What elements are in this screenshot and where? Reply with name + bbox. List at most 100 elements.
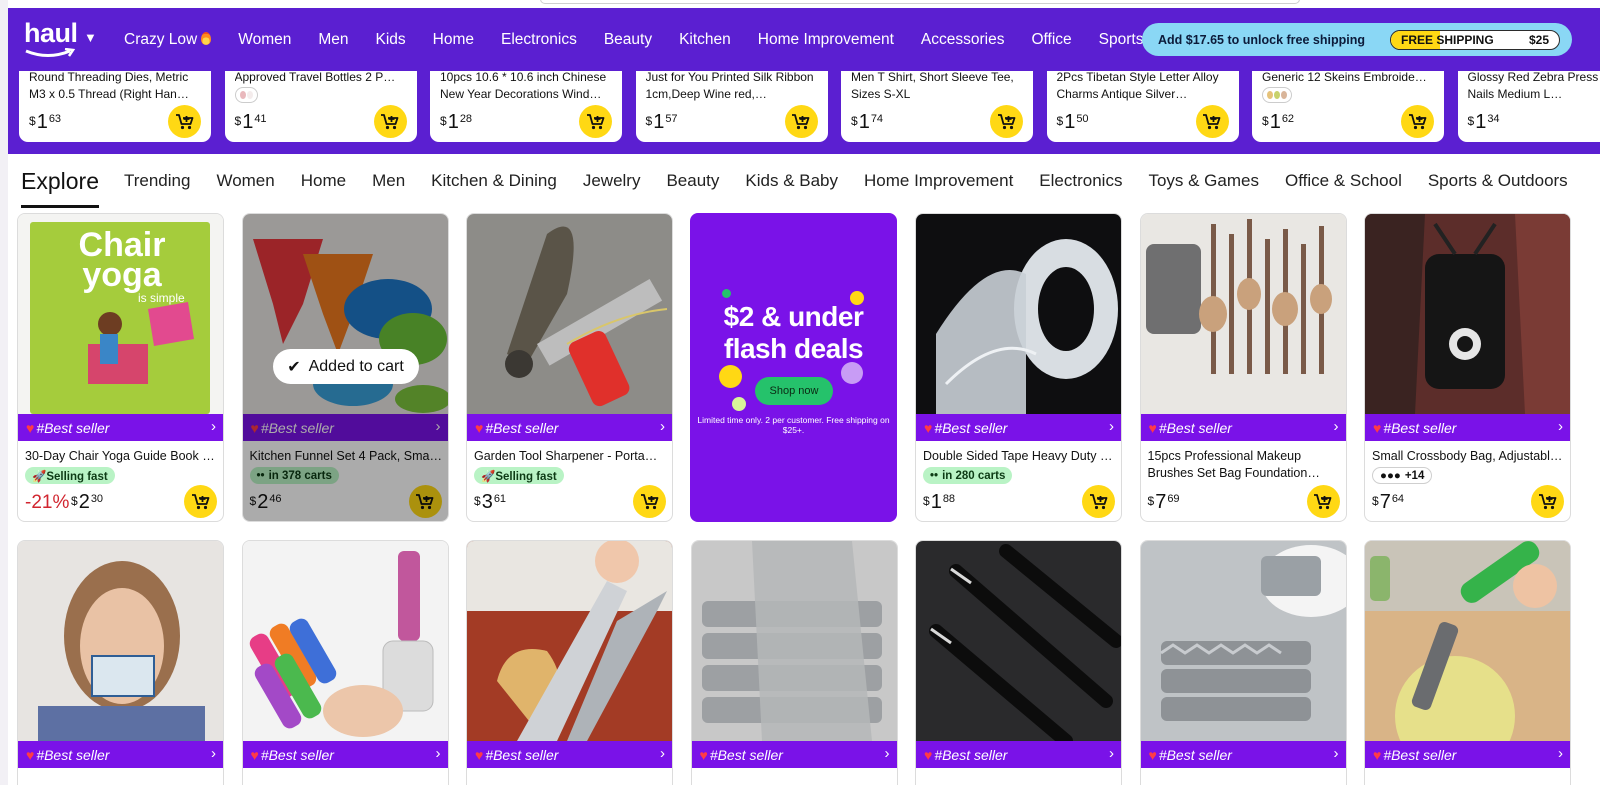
tab-kitchen-dining[interactable]: Kitchen & Dining [431, 171, 557, 191]
product-card[interactable]: Chair yoga is simple ♥ #Best seller › 30-Day C… [17, 213, 224, 522]
swatch-dot [246, 91, 253, 99]
product-card[interactable]: ♥ #Best seller › 15pcs Professional Makeup … [1139, 213, 1347, 522]
product-card[interactable]: ♥ #Best seller › Double Sided Tape Heavy Du… [915, 213, 1122, 522]
product-image[interactable] [242, 541, 448, 741]
carousel-item[interactable]: Glossy Red Zebra Press on Nails Medium L… [1457, 71, 1600, 142]
nav-item-office[interactable]: Office [1031, 31, 1071, 49]
add-to-cart-button[interactable] [784, 105, 818, 138]
best-seller-badge[interactable]: ♥ #Best seller › [1140, 741, 1346, 768]
product-image[interactable] [467, 214, 672, 414]
color-options-chip[interactable]: ●●● +14 [1372, 467, 1433, 484]
product-image[interactable] [691, 541, 897, 741]
tab-explore[interactable]: Explore [21, 168, 99, 208]
nav-item-kids[interactable]: Kids [376, 31, 406, 49]
product-image[interactable] [916, 541, 1121, 741]
product-image[interactable] [916, 214, 1121, 414]
best-seller-badge[interactable]: ♥ #Best seller › [916, 741, 1121, 768]
product-card[interactable]: ♥ #Best seller › Kitchen Funnel Set 4 Pack,… [241, 213, 449, 522]
nav-item-men[interactable]: Men [318, 31, 348, 49]
carousel-item[interactable]: Men T Shirt, Short Sleeve Tee, Sizes S-X… [841, 71, 1033, 142]
nav-item-crazy-low[interactable]: Crazy Low [124, 30, 212, 49]
product-card[interactable]: ♥ #Best seller › [241, 540, 449, 785]
product-card[interactable]: ♥ #Best seller › Garden Tool Sharpener - Po… [466, 213, 673, 522]
best-seller-label: #Best seller [1158, 419, 1232, 436]
tab-beauty[interactable]: Beauty [666, 171, 719, 191]
carousel-item[interactable]: Just for You Printed Silk Ribbon 1cm,Dee… [635, 71, 828, 142]
add-to-cart-button[interactable] [990, 105, 1023, 138]
nav-item-sports[interactable]: Sports [1099, 31, 1144, 49]
best-seller-badge[interactable]: ♥ #Best seller › [242, 741, 448, 768]
best-seller-badge[interactable]: ♥ #Best seller › [916, 414, 1121, 441]
add-to-cart-button[interactable] [633, 485, 666, 518]
carousel-item[interactable]: Approved Travel Bottles 2 P… $1 41 [224, 71, 417, 142]
best-seller-badge[interactable]: ♥ #Best seller › [242, 414, 448, 441]
carousel-item[interactable]: 10pcs 10.6 * 10.6 inch Chinese New Year … [430, 71, 622, 142]
carousel-item[interactable]: Round Threading Dies, Metric M3 x 0.5 Th… [19, 71, 211, 142]
best-seller-badge[interactable]: ♥ #Best seller › [467, 741, 672, 768]
nav-item-kitchen[interactable]: Kitchen [679, 31, 731, 49]
add-to-cart-button[interactable] [168, 105, 201, 138]
add-to-cart-button[interactable] [1531, 485, 1564, 518]
product-image[interactable] [1140, 214, 1346, 414]
best-seller-badge[interactable]: ♥ #Best seller › [691, 741, 897, 768]
product-card[interactable]: ♥ #Best seller › [690, 540, 898, 785]
carousel-item[interactable]: 2Pcs Tibetan Style Letter Alloy Charms A… [1046, 71, 1239, 142]
product-card[interactable]: ♥ #Best seller › [466, 540, 673, 785]
free-shipping-bar[interactable]: Add $17.65 to unlock free shipping FREE … [1142, 23, 1572, 56]
price-dollars: 1 [1475, 111, 1487, 133]
tab-men[interactable]: Men [372, 171, 405, 191]
product-image[interactable] [1365, 541, 1570, 741]
carousel-item[interactable]: Generic 12 Skeins Embroide… $1 62 [1252, 71, 1444, 142]
add-to-cart-button[interactable] [1306, 485, 1340, 518]
best-seller-badge[interactable]: ♥ #Best seller › [467, 414, 672, 441]
add-to-cart-button[interactable] [408, 485, 442, 518]
price: $1 34 [1468, 111, 1500, 133]
tab-toys-games[interactable]: Toys & Games [1148, 171, 1259, 191]
nav-item-electronics[interactable]: Electronics [501, 31, 577, 49]
shop-now-button[interactable]: Shop now [755, 377, 833, 405]
add-to-cart-button[interactable] [1401, 105, 1434, 138]
best-seller-badge[interactable]: ♥ #Best seller › [1140, 414, 1346, 441]
add-to-cart-button[interactable] [373, 105, 407, 138]
carousel-item-title: 10pcs 10.6 * 10.6 inch Chinese New Year … [440, 71, 607, 101]
add-to-cart-button[interactable] [184, 485, 217, 518]
nav-item-home[interactable]: Home [433, 31, 474, 49]
add-to-cart-button[interactable] [1195, 105, 1229, 138]
flash-deals-promo[interactable]: $2 & under flash deals Shop now Limited … [690, 213, 897, 522]
nav-item-label: Crazy Low [124, 30, 198, 48]
product-card[interactable]: ♥ #Best seller › [17, 540, 224, 785]
tab-women[interactable]: Women [216, 171, 274, 191]
tab-kids-baby[interactable]: Kids & Baby [745, 171, 838, 191]
add-to-cart-button[interactable] [1082, 485, 1115, 518]
product-card[interactable]: ♥ #Best seller › [1139, 540, 1347, 785]
tab-electronics[interactable]: Electronics [1039, 171, 1122, 191]
best-seller-badge[interactable]: ♥ #Best seller › [1365, 741, 1570, 768]
tab-home[interactable]: Home [301, 171, 346, 191]
tab-sports-outdoors[interactable]: Sports & Outdoors [1428, 171, 1568, 191]
nav-item-beauty[interactable]: Beauty [604, 31, 652, 49]
best-seller-badge[interactable]: ♥ #Best seller › [18, 741, 223, 768]
logo-dropdown-icon[interactable]: ▼ [84, 30, 97, 45]
product-card[interactable]: ♥ #Best seller › Small Crossbody Bag, Adjus… [1364, 213, 1571, 522]
product-card[interactable]: ♥ #Best seller › [915, 540, 1122, 785]
add-to-cart-button[interactable] [579, 105, 612, 138]
nav-item-home-improvement[interactable]: Home Improvement [758, 31, 894, 49]
product-card[interactable]: ♥ #Best seller › [1364, 540, 1571, 785]
product-image[interactable] [18, 541, 223, 741]
haul-logo[interactable]: haul ▼ [24, 18, 100, 62]
tab-home-improvement[interactable]: Home Improvement [864, 171, 1013, 191]
tab-jewelry[interactable]: Jewelry [583, 171, 641, 191]
best-seller-badge[interactable]: ♥ #Best seller › [18, 414, 223, 441]
color-swatches[interactable] [1262, 87, 1292, 103]
tab-office-school[interactable]: Office & School [1285, 171, 1402, 191]
product-image[interactable] [1140, 541, 1346, 741]
best-seller-badge[interactable]: ♥ #Best seller › [1365, 414, 1570, 441]
product-image[interactable] [1365, 214, 1570, 414]
product-image[interactable] [242, 214, 448, 414]
color-swatches[interactable] [234, 87, 258, 103]
product-image[interactable]: Chair yoga is simple [18, 214, 223, 414]
tab-trending[interactable]: Trending [124, 171, 190, 191]
product-image[interactable] [467, 541, 672, 741]
nav-item-women[interactable]: Women [238, 31, 291, 49]
nav-item-accessories[interactable]: Accessories [921, 31, 1005, 49]
